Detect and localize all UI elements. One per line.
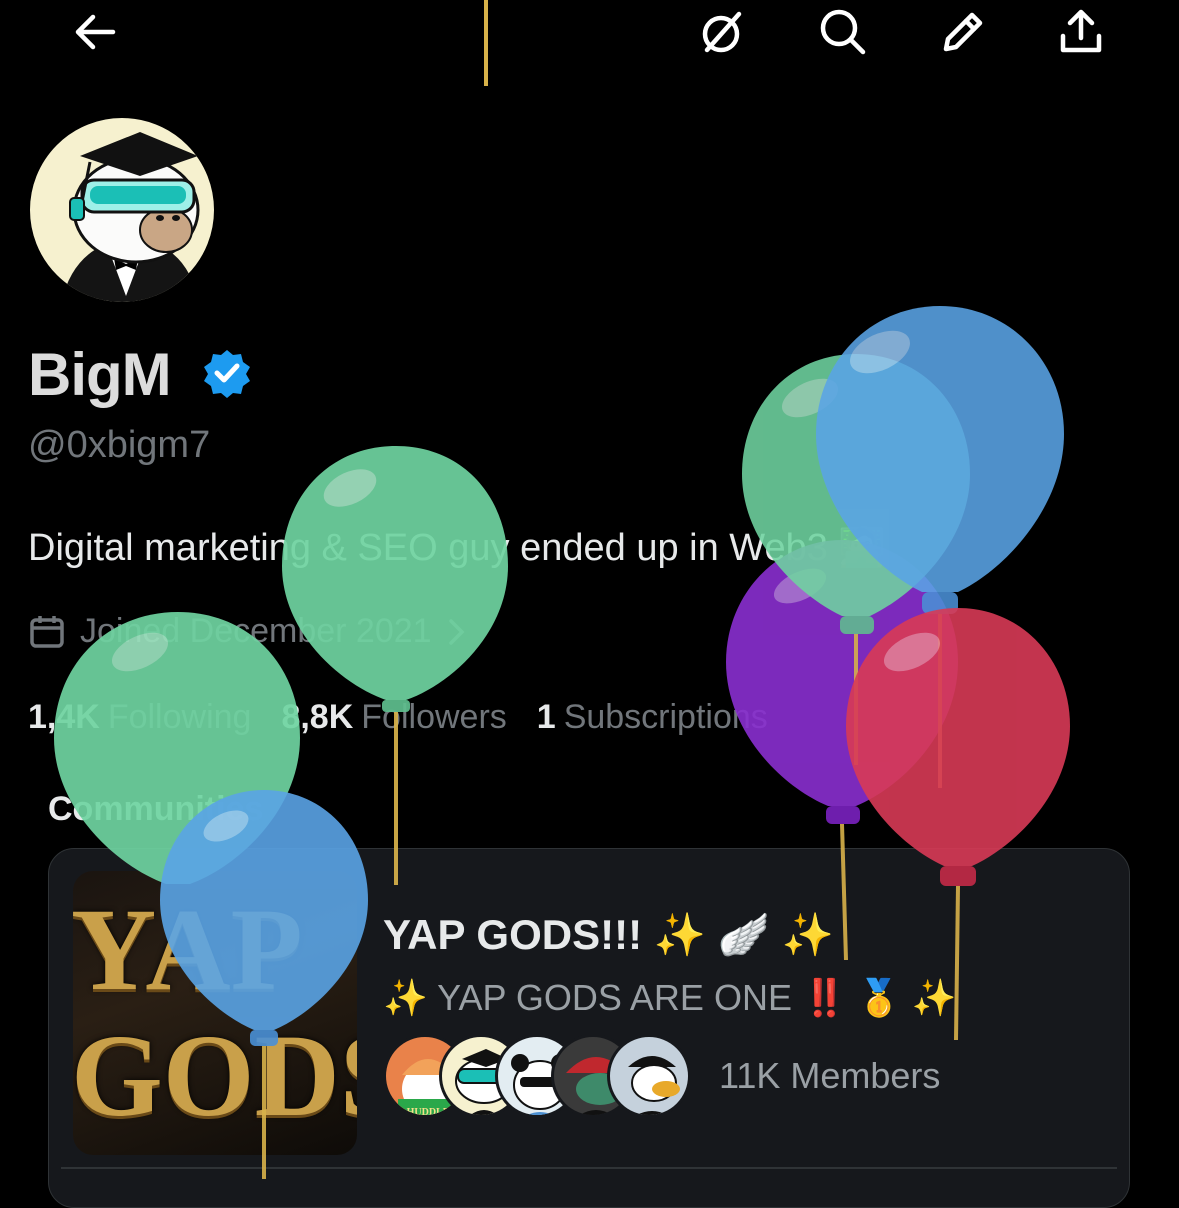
community-cover-text-top: YAP [73,884,303,1015]
community-name: YAP GODS!!! ✨ 🪽 ✨ [383,911,834,958]
community-card[interactable]: YAP GODS YAP GODS!!! ✨ 🪽 ✨ ✨ YAP GODS AR… [48,848,1130,1208]
verified-badge-icon [204,350,250,398]
search-button[interactable] [808,0,878,64]
member-avatar [607,1034,691,1118]
calendar-icon [30,615,64,648]
profile-bio: Digital marketing & SEO guy ended up in … [28,527,886,569]
community-members: HUDDLE 11K Members [383,1031,940,1121]
chevron-right-icon [448,618,465,645]
joined-date: Joined December 2021 [80,612,432,650]
profile-stats: 1,4K Following 8,8K Followers 1 Subscriptio… [28,698,768,737]
share-button[interactable] [1046,0,1116,64]
back-button[interactable] [60,0,130,64]
following-link[interactable]: 1,4K Following [28,698,251,737]
community-description: ✨ YAP GODS ARE ONE ‼️ 🥇 ✨ [383,977,957,1018]
subscriptions-label: Subscriptions [563,698,768,736]
joined-date-row[interactable]: Joined December 2021 [28,612,466,651]
display-name: BigM [28,341,172,408]
card-divider [61,1167,1117,1169]
profile-handle: @0xbigm7 [28,424,211,466]
subscriptions-link[interactable]: 1 Subscriptions [537,698,768,737]
arrow-left-icon [75,14,116,50]
following-label: Following [107,698,252,736]
balloon-green-left [54,612,300,884]
member-avatar-label: HUDDLE [407,1107,450,1118]
balloon-green-center [282,446,508,885]
community-cover-text-bottom: GODS [73,1010,357,1141]
members-count: 11K Members [719,1055,941,1096]
profile-avatar[interactable] [26,114,218,306]
grok-icon [702,11,742,53]
search-icon [820,9,866,55]
edit-button[interactable] [928,0,998,64]
share-icon [1060,9,1102,53]
communities-title: Communities [48,790,264,828]
subscriptions-count: 1 [536,698,556,736]
following-count: 1,4K [28,698,100,736]
edit-icon [943,12,983,52]
community-cover-image: YAP GODS [73,871,357,1155]
grok-button[interactable] [688,0,758,64]
followers-label: Followers [361,698,507,736]
followers-link[interactable]: 8,8K Followers [281,698,506,737]
followers-count: 8,8K [281,698,354,736]
